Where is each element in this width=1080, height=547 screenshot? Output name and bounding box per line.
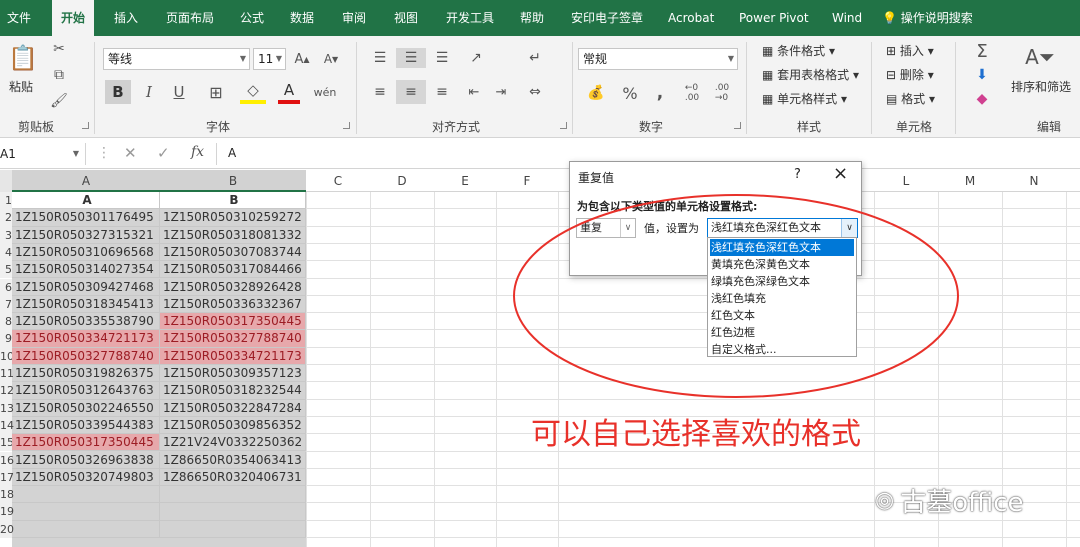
annotation-ellipse <box>513 194 959 398</box>
watermark: ◎ 古墓office <box>875 488 1024 518</box>
wechat-icon: ◎ <box>875 488 895 513</box>
annotation-text: 可以自己选择喜欢的格式 <box>531 417 861 452</box>
